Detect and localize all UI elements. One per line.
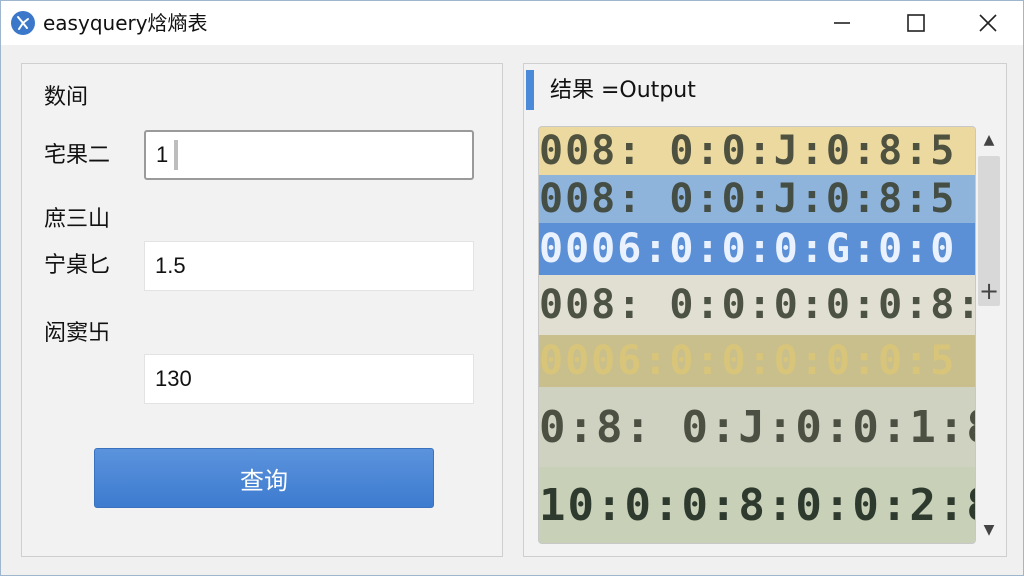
output-row-text: 0006:0:0:0:0:0:5 [539,338,957,384]
accent-bar [526,70,534,110]
plus-icon[interactable]: + [976,276,1002,306]
query-button[interactable]: 查询 [94,448,434,508]
output-row: 0006:0:0:0:0:0:5 [539,335,975,387]
field2-label: 宁桌匕 [44,253,111,278]
app-window: easyquery焓熵表 数间 宅果二 1 庶三山 宁桌匕 1.5 闳窦卐 13… [0,0,1024,576]
input-panel: 数间 宅果二 1 庶三山 宁桌匕 1.5 闳窦卐 130 查询 [21,63,503,557]
output-row-text: 0:8: 0:J:0:0:1:8:5 [539,401,975,453]
field3-input[interactable]: 130 [144,354,474,404]
output-row: 008: 0:0:0:0:0:8:6 [539,275,975,335]
output-title: 结果 =Output [550,78,696,103]
output-row: 008: 0:0:J:0:8:5 [539,127,975,175]
field3-label: 闳窦卐 [44,321,111,346]
close-button[interactable] [953,1,1023,45]
window-title: easyquery焓熵表 [43,11,208,35]
scroll-up-arrow-icon[interactable]: ▲ [976,128,1002,152]
field1-value: 1 [156,142,169,167]
minimize-icon [834,22,850,24]
output-row-text: 008: 0:0:0:0:0:8:6 [539,282,975,328]
output-row-text: 0006:0:0:0:G:0:0 [539,226,957,272]
output-row-text: 10:0:0:8:0:0:2:8:6 [539,479,975,531]
maximize-icon [907,14,925,32]
field1-label: 宅果二 [44,143,111,168]
title-bar: easyquery焓熵表 [1,1,1023,45]
scroll-down-arrow-icon[interactable]: ▼ [976,518,1002,542]
output-row-selected: 0006:0:0:0:G:0:0 [539,223,975,275]
text-caret [174,140,179,170]
section-title: 数间 [44,85,89,110]
field2-input[interactable]: 1.5 [144,241,474,291]
field3-value: 130 [155,366,192,391]
close-icon [979,14,997,32]
output-row: 008: 0:0:J:0:8:5 [539,175,975,223]
output-panel: 结果 =Output 008: 0:0:J:0:8:5 008: 0:0:J:0… [523,63,1007,557]
app-logo-icon [11,11,35,35]
output-row: 10:0:0:8:0:0:2:8:6 [539,467,975,543]
minimize-button[interactable] [807,1,877,45]
output-row-text: 008: 0:0:J:0:8:5 [539,128,957,174]
output-row-text: 008: 0:0:J:0:8:5 [539,176,957,222]
field2-section-label: 庶三山 [44,207,111,232]
output-row: 0:8: 0:J:0:0:1:8:5 [539,387,975,467]
field2-value: 1.5 [155,253,186,278]
output-display: 008: 0:0:J:0:8:5 008: 0:0:J:0:8:5 0006:0… [538,126,976,544]
field1-input[interactable]: 1 [144,130,474,180]
output-scrollbar[interactable]: ▲ + ▼ [976,126,1002,544]
maximize-button[interactable] [881,1,951,45]
